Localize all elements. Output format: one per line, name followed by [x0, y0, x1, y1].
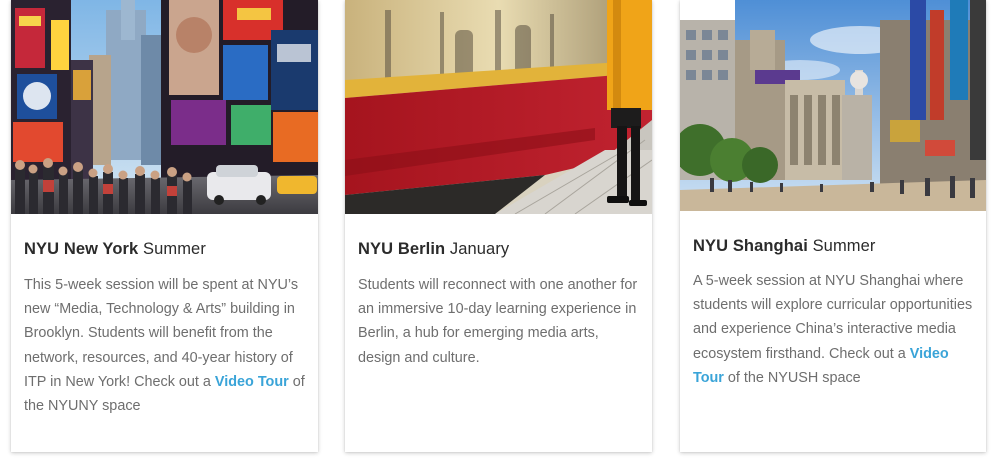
- berlin-train-photo: [345, 0, 652, 214]
- card-title: NYU Berlin January: [358, 240, 640, 259]
- card-title: NYU New York Summer: [24, 240, 306, 259]
- card-title-location: NYU New York: [24, 240, 139, 258]
- card-title: NYU Shanghai Summer: [693, 237, 974, 256]
- shanghai-street-photo: [680, 0, 986, 211]
- program-cards-section: NYU New York Summer This 5-week session …: [0, 0, 1000, 465]
- card-description: This 5-week session will be spent at NYU…: [24, 273, 306, 418]
- card-description: Students will reconnect with one another…: [358, 277, 638, 366]
- card-title-location: NYU Berlin: [358, 240, 446, 258]
- video-tour-link[interactable]: Video Tour: [215, 374, 289, 390]
- card-title-term: Summer: [138, 240, 206, 258]
- card-title-term: Summer: [807, 237, 876, 255]
- card-body: NYU New York Summer This 5-week session …: [24, 240, 306, 418]
- program-card-new-york: NYU New York Summer This 5-week session …: [11, 0, 318, 452]
- program-card-berlin: NYU Berlin January Students will reconne…: [345, 0, 652, 452]
- card-description: A 5-week session at NYU Shanghai where s…: [693, 269, 974, 390]
- times-square-photo: [11, 0, 318, 214]
- card-body: NYU Shanghai Summer A 5-week session at …: [693, 237, 974, 390]
- card-title-location: NYU Shanghai: [693, 237, 808, 255]
- card-description-text-end: of the NYUSH space: [723, 369, 861, 386]
- card-title-term: January: [445, 240, 510, 258]
- card-body: NYU Berlin January Students will reconne…: [358, 240, 640, 370]
- program-card-shanghai: NYU Shanghai Summer A 5-week session at …: [680, 0, 986, 452]
